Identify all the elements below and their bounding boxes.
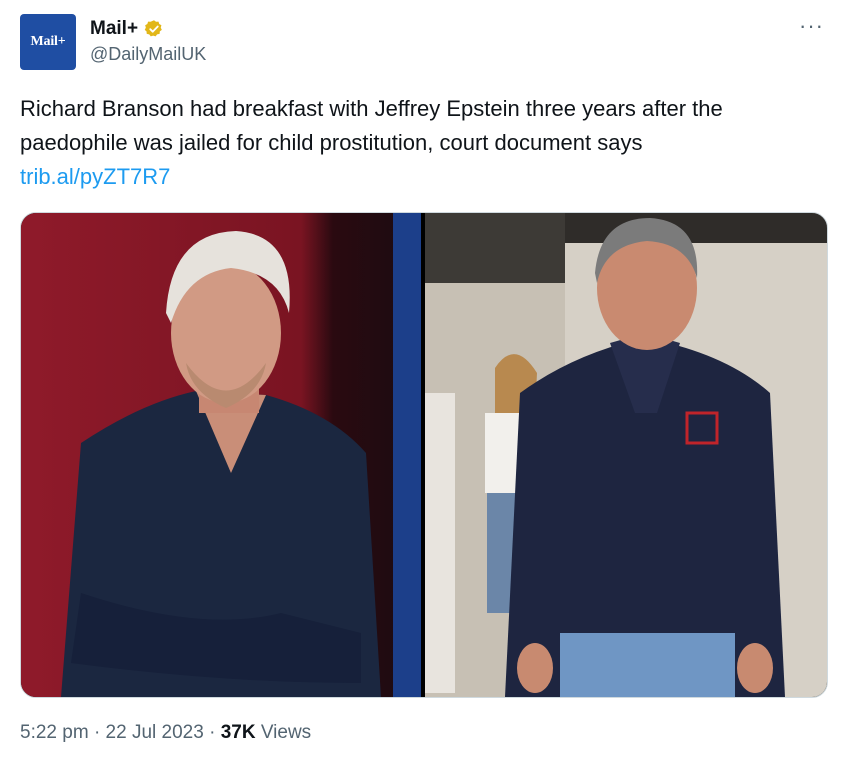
verified-gold-icon[interactable] bbox=[144, 19, 164, 39]
photo-right[interactable] bbox=[425, 213, 827, 697]
tweet-header: Mail+ Mail+ @DailyMailUK ··· bbox=[20, 14, 828, 74]
tweet-footer: 5:22 pm · 22 Jul 2023 · 37K Views bbox=[20, 722, 311, 744]
tweet-date[interactable]: 22 Jul 2023 bbox=[106, 722, 204, 743]
tweet-time[interactable]: 5:22 pm bbox=[20, 722, 89, 743]
display-name-row: Mail+ bbox=[90, 18, 206, 40]
avatar[interactable]: Mail+ bbox=[20, 14, 76, 70]
views-label: Views bbox=[260, 722, 312, 743]
account-names: Mail+ @DailyMailUK bbox=[90, 18, 206, 65]
tweet-media[interactable] bbox=[20, 212, 828, 698]
handle[interactable]: @DailyMailUK bbox=[90, 44, 206, 65]
separator: · bbox=[93, 722, 101, 743]
views-count[interactable]: 37K bbox=[221, 722, 256, 743]
display-name[interactable]: Mail+ bbox=[90, 18, 138, 40]
photo-left[interactable] bbox=[21, 213, 421, 697]
tweet-link[interactable]: trib.al/pyZT7R7 bbox=[20, 160, 828, 194]
tweet-body: Richard Branson had breakfast with Jeffr… bbox=[20, 92, 828, 194]
avatar-logo-text: Mail+ bbox=[30, 34, 66, 49]
separator: · bbox=[209, 722, 216, 743]
more-options-icon[interactable]: ··· bbox=[799, 15, 824, 37]
tweet-text: Richard Branson had breakfast with Jeffr… bbox=[20, 96, 723, 155]
